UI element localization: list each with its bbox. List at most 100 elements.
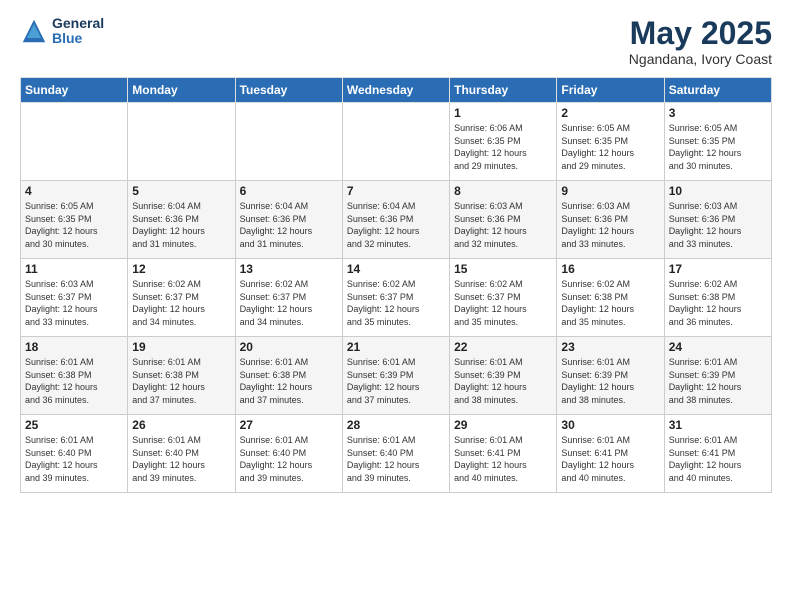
calendar-cell-w4-d3: 20Sunrise: 6:01 AM Sunset: 6:38 PM Dayli… — [235, 337, 342, 415]
calendar-cell-w1-d3 — [235, 103, 342, 181]
day-number: 3 — [669, 106, 767, 120]
calendar-cell-w3-d3: 13 Sunrise: 6:02 AM Sunset: 6:37 PM Dayli… — [235, 259, 342, 337]
cell-content: Sunrise: 6:01 AM Sunset: 6:41 PM Dayligh… — [669, 434, 767, 484]
cell-content: Sunrise: 6:05 AM Sunset: 6:35 PM Dayligh… — [561, 122, 659, 172]
cell-content: Sunrise: 6:02 AM Sunset: 6:37 PM Dayligh… — [240, 278, 338, 328]
day-number: 30 — [561, 418, 659, 432]
calendar-cell-w3-d7: 17Sunrise: 6:02 AM Sunset: 6:38 PM Dayli… — [664, 259, 771, 337]
day-number: 18 — [25, 340, 123, 354]
day-number: 11 — [25, 262, 123, 276]
day-number: 22 — [454, 340, 552, 354]
calendar-cell-w1-d1 — [21, 103, 128, 181]
day-number: 5 — [132, 184, 230, 198]
calendar-table: Sunday Monday Tuesday Wednesday Thursday… — [20, 77, 772, 493]
day-number: 13 — [240, 262, 338, 276]
cell-content: Sunrise: 6:02 AM Sunset: 6:38 PM Dayligh… — [669, 278, 767, 328]
calendar-cell-w5-d2: 26Sunrise: 6:01 AM Sunset: 6:40 PM Dayli… — [128, 415, 235, 493]
month-title: May 2025 — [629, 16, 772, 51]
calendar-cell-w1-d2 — [128, 103, 235, 181]
day-number: 7 — [347, 184, 445, 198]
calendar-cell-w3-d2: 12 Sunrise: 6:02 AM Sunset: 6:37 PM Dayli… — [128, 259, 235, 337]
day-number: 12 — [132, 262, 230, 276]
cell-content: Sunrise: 6:02 AM Sunset: 6:37 PM Dayligh… — [132, 278, 230, 328]
cell-content: Sunrise: 6:04 AM Sunset: 6:36 PM Dayligh… — [240, 200, 338, 250]
cell-content: Sunrise: 6:02 AM Sunset: 6:38 PM Dayligh… — [561, 278, 659, 328]
cell-content: Sunrise: 6:03 AM Sunset: 6:36 PM Dayligh… — [669, 200, 767, 250]
calendar-cell-w4-d7: 24 Sunrise: 6:01 AM Sunset: 6:39 PM Dayli… — [664, 337, 771, 415]
logo: General Blue — [20, 16, 104, 47]
cell-content: Sunrise: 6:03 AM Sunset: 6:36 PM Dayligh… — [454, 200, 552, 250]
cell-content: Sunrise: 6:01 AM Sunset: 6:39 PM Dayligh… — [347, 356, 445, 406]
header-monday: Monday — [128, 78, 235, 103]
cell-content: Sunrise: 6:02 AM Sunset: 6:37 PM Dayligh… — [454, 278, 552, 328]
calendar-week-2: 4Sunrise: 6:05 AM Sunset: 6:35 PM Daylig… — [21, 181, 772, 259]
title-block: May 2025 Ngandana, Ivory Coast — [629, 16, 772, 67]
header-wednesday: Wednesday — [342, 78, 449, 103]
calendar-cell-w4-d1: 18Sunrise: 6:01 AM Sunset: 6:38 PM Dayli… — [21, 337, 128, 415]
day-number: 23 — [561, 340, 659, 354]
day-number: 16 — [561, 262, 659, 276]
day-number: 15 — [454, 262, 552, 276]
header-friday: Friday — [557, 78, 664, 103]
day-number: 6 — [240, 184, 338, 198]
location-subtitle: Ngandana, Ivory Coast — [629, 51, 772, 67]
header-thursday: Thursday — [450, 78, 557, 103]
calendar-week-3: 11 Sunrise: 6:03 AM Sunset: 6:37 PM Dayli… — [21, 259, 772, 337]
cell-content: Sunrise: 6:02 AM Sunset: 6:37 PM Dayligh… — [347, 278, 445, 328]
calendar-cell-w2-d4: 7 Sunrise: 6:04 AM Sunset: 6:36 PM Daylig… — [342, 181, 449, 259]
calendar-cell-w5-d7: 31 Sunrise: 6:01 AM Sunset: 6:41 PM Dayli… — [664, 415, 771, 493]
day-number: 24 — [669, 340, 767, 354]
calendar-cell-w2-d3: 6 Sunrise: 6:04 AM Sunset: 6:36 PM Daylig… — [235, 181, 342, 259]
cell-content: Sunrise: 6:01 AM Sunset: 6:41 PM Dayligh… — [454, 434, 552, 484]
day-number: 29 — [454, 418, 552, 432]
day-number: 9 — [561, 184, 659, 198]
cell-content: Sunrise: 6:03 AM Sunset: 6:37 PM Dayligh… — [25, 278, 123, 328]
calendar-week-1: 1Sunrise: 6:06 AM Sunset: 6:35 PM Daylig… — [21, 103, 772, 181]
day-number: 21 — [347, 340, 445, 354]
cell-content: Sunrise: 6:05 AM Sunset: 6:35 PM Dayligh… — [669, 122, 767, 172]
calendar-cell-w5-d3: 27 Sunrise: 6:01 AM Sunset: 6:40 PM Dayli… — [235, 415, 342, 493]
calendar-cell-w1-d6: 2Sunrise: 6:05 AM Sunset: 6:35 PM Daylig… — [557, 103, 664, 181]
cell-content: Sunrise: 6:01 AM Sunset: 6:40 PM Dayligh… — [25, 434, 123, 484]
cell-content: Sunrise: 6:04 AM Sunset: 6:36 PM Dayligh… — [347, 200, 445, 250]
calendar-cell-w5-d6: 30 Sunrise: 6:01 AM Sunset: 6:41 PM Dayli… — [557, 415, 664, 493]
calendar-cell-w2-d7: 10 Sunrise: 6:03 AM Sunset: 6:36 PM Dayli… — [664, 181, 771, 259]
header: General Blue May 2025 Ngandana, Ivory Co… — [20, 16, 772, 67]
calendar-week-5: 25 Sunrise: 6:01 AM Sunset: 6:40 PM Dayli… — [21, 415, 772, 493]
calendar-cell-w4-d4: 21 Sunrise: 6:01 AM Sunset: 6:39 PM Dayli… — [342, 337, 449, 415]
calendar-cell-w5-d1: 25 Sunrise: 6:01 AM Sunset: 6:40 PM Dayli… — [21, 415, 128, 493]
cell-content: Sunrise: 6:05 AM Sunset: 6:35 PM Dayligh… — [25, 200, 123, 250]
calendar-cell-w5-d5: 29 Sunrise: 6:01 AM Sunset: 6:41 PM Dayli… — [450, 415, 557, 493]
day-number: 25 — [25, 418, 123, 432]
cell-content: Sunrise: 6:01 AM Sunset: 6:39 PM Dayligh… — [454, 356, 552, 406]
cell-content: Sunrise: 6:01 AM Sunset: 6:38 PM Dayligh… — [240, 356, 338, 406]
cell-content: Sunrise: 6:01 AM Sunset: 6:38 PM Dayligh… — [132, 356, 230, 406]
calendar-cell-w2-d1: 4Sunrise: 6:05 AM Sunset: 6:35 PM Daylig… — [21, 181, 128, 259]
day-number: 19 — [132, 340, 230, 354]
day-number: 14 — [347, 262, 445, 276]
day-number: 26 — [132, 418, 230, 432]
logo-text: General Blue — [52, 16, 104, 47]
cell-content: Sunrise: 6:06 AM Sunset: 6:35 PM Dayligh… — [454, 122, 552, 172]
cell-content: Sunrise: 6:01 AM Sunset: 6:40 PM Dayligh… — [240, 434, 338, 484]
calendar-cell-w2-d6: 9 Sunrise: 6:03 AM Sunset: 6:36 PM Daylig… — [557, 181, 664, 259]
logo-icon — [20, 17, 48, 45]
cell-content: Sunrise: 6:03 AM Sunset: 6:36 PM Dayligh… — [561, 200, 659, 250]
calendar-cell-w2-d2: 5Sunrise: 6:04 AM Sunset: 6:36 PM Daylig… — [128, 181, 235, 259]
cell-content: Sunrise: 6:01 AM Sunset: 6:40 PM Dayligh… — [347, 434, 445, 484]
cell-content: Sunrise: 6:01 AM Sunset: 6:41 PM Dayligh… — [561, 434, 659, 484]
calendar-cell-w1-d4 — [342, 103, 449, 181]
day-number: 28 — [347, 418, 445, 432]
calendar-cell-w2-d5: 8Sunrise: 6:03 AM Sunset: 6:36 PM Daylig… — [450, 181, 557, 259]
calendar-cell-w1-d5: 1Sunrise: 6:06 AM Sunset: 6:35 PM Daylig… — [450, 103, 557, 181]
day-number: 31 — [669, 418, 767, 432]
calendar-week-4: 18 Sunrise: 6:01 AM Sunset: 6:38 PM Dayli… — [21, 337, 772, 415]
page: General Blue May 2025 Ngandana, Ivory Co… — [0, 0, 792, 612]
calendar-cell-w4-d6: 23 Sunrise: 6:01 AM Sunset: 6:39 PM Dayli… — [557, 337, 664, 415]
header-sunday: Sunday — [21, 78, 128, 103]
calendar-cell-w3-d1: 11 Sunrise: 6:03 AM Sunset: 6:37 PM Dayli… — [21, 259, 128, 337]
day-number: 27 — [240, 418, 338, 432]
day-number: 10 — [669, 184, 767, 198]
cell-content: Sunrise: 6:01 AM Sunset: 6:39 PM Dayligh… — [561, 356, 659, 406]
cell-content: Sunrise: 6:01 AM Sunset: 6:39 PM Dayligh… — [669, 356, 767, 406]
